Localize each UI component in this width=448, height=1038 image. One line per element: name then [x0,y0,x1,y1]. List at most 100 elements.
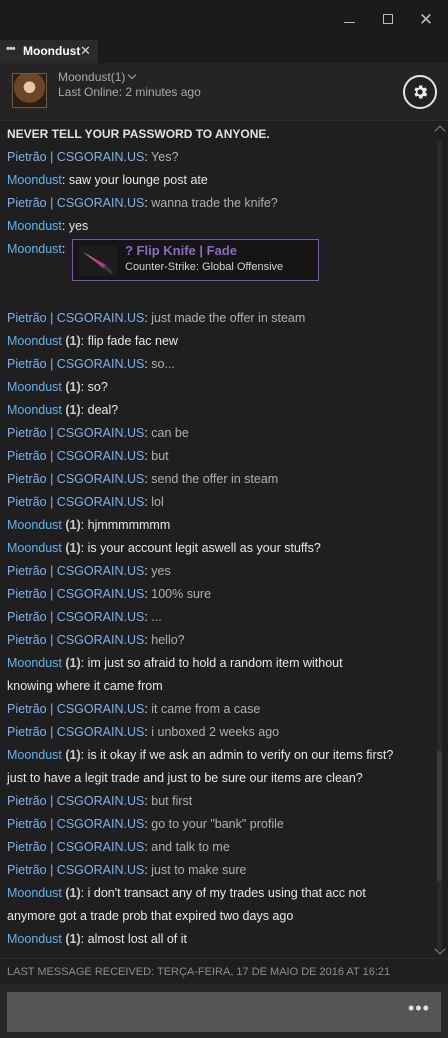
sender-count: (1) [65,334,81,348]
friend-name: Moondust(1) [58,70,126,84]
message-text: i unboxed 2 weeks ago [151,725,280,739]
sender-name[interactable]: Moondust [7,748,62,762]
sender-name[interactable]: Pietrão | CSGORAIN.US [7,426,144,440]
minimize-icon[interactable] [338,8,362,32]
sender-name[interactable]: Pietrão | CSGORAIN.US [7,794,144,808]
message-text-continued: knowing where it came from [7,679,163,693]
more-options-icon[interactable]: ••• [408,999,430,1017]
chat-message: Moondust (1): flip fade fac new [7,334,178,348]
close-icon[interactable]: ✕ [414,8,438,32]
sender-name[interactable]: Moondust [7,932,62,946]
message-text: deal? [87,403,119,417]
sender-name[interactable]: Pietrão | CSGORAIN.US [7,587,144,601]
chat-message: Pietrão | CSGORAIN.US: and talk to me [7,840,230,854]
tab-moondust[interactable]: ••• Moondust ✕ [0,40,98,63]
chat-message: Pietrão | CSGORAIN.US: just to make sure [7,863,247,877]
sender-name[interactable]: Pietrão | CSGORAIN.US [7,150,144,164]
sender-name[interactable]: Pietrão | CSGORAIN.US [7,311,144,325]
sender-name[interactable]: Moondust [7,380,62,394]
sender-count: (1) [65,886,81,900]
sender-name[interactable]: Pietrão | CSGORAIN.US [7,725,144,739]
chat-message: Pietrão | CSGORAIN.US: it came from a ca… [7,702,261,716]
scroll-up-icon[interactable] [434,125,446,137]
chevron-down-icon [128,70,137,80]
chat-scrollbar[interactable] [432,121,448,958]
message-text: Yes? [151,150,179,164]
message-input[interactable] [7,992,441,1032]
avatar[interactable] [12,73,47,108]
sender-name[interactable]: Pietrão | CSGORAIN.US [7,610,144,624]
chat-message: Pietrão | CSGORAIN.US: go to your "bank"… [7,817,284,831]
message-text: almost lost all of it [87,932,187,946]
sender-name[interactable]: Pietrão | CSGORAIN.US [7,863,144,877]
sender-name[interactable]: Moondust [7,403,62,417]
chat-message: Moondust (1): is your account legit aswe… [7,541,321,555]
sender-name[interactable]: Pietrão | CSGORAIN.US [7,840,144,854]
message-text: go to your "bank" profile [151,817,284,831]
sender-name[interactable]: Moondust [7,886,62,900]
sender-name[interactable]: Moondust [7,656,62,670]
gear-icon [414,85,428,99]
chat-message: Pietrão | CSGORAIN.US: yes [7,564,171,578]
sender-name[interactable]: Pietrão | CSGORAIN.US [7,564,144,578]
chat-message: Pietrão | CSGORAIN.US: just made the off… [7,311,306,325]
message-text: im just so afraid to hold a random item … [87,656,343,670]
chat-log[interactable]: NEVER TELL YOUR PASSWORD TO ANYONE. ? Fl… [0,121,432,958]
sender-name[interactable]: Pietrão | CSGORAIN.US [7,817,144,831]
chat-message: Moondust: [7,242,66,256]
sender-count: (1) [65,380,81,394]
tab-bar: ••• Moondust ✕ [0,40,448,63]
status-bar: LAST MESSAGE RECEIVED: TERÇA-FEIRA, 17 D… [0,958,448,984]
chat-message: Moondust (1): is it okay if we ask an ad… [7,748,394,762]
message-text: yes [68,219,89,233]
item-game: Counter-Strike: Global Offensive [125,261,284,273]
sender-name[interactable]: Pietrão | CSGORAIN.US [7,449,144,463]
sender-name[interactable]: Pietrão | CSGORAIN.US [7,702,144,716]
tab-close-icon[interactable]: ✕ [80,43,91,59]
sender-name[interactable]: Moondust [7,334,62,348]
message-text: flip fade fac new [87,334,178,348]
sender-name[interactable]: Moondust [7,242,62,256]
message-text: just made the offer in steam [151,311,306,325]
chat-message: Moondust (1): i don't transact any of my… [7,886,366,900]
sender-name[interactable]: Pietrão | CSGORAIN.US [7,357,144,371]
chat-message: Pietrão | CSGORAIN.US: so... [7,357,175,371]
message-text: so... [151,357,175,371]
message-text: lol [151,495,164,509]
chat-message: Pietrão | CSGORAIN.US: wanna trade the k… [7,196,278,210]
sender-name[interactable]: Moondust [7,518,62,532]
last-online-status: Last Online: 2 minutes ago [58,85,201,99]
maximize-icon[interactable] [376,8,400,32]
sender-name[interactable]: Pietrão | CSGORAIN.US [7,472,144,486]
sender-count: (1) [65,656,81,670]
chat-message: Pietrão | CSGORAIN.US: ... [7,610,162,624]
chat-message: Moondust: saw your lounge post ate [7,173,208,187]
chat-message: Moondust: yes [7,219,89,233]
message-text: 100% sure [151,587,212,601]
message-text: so? [87,380,108,394]
message-text: i don't transact any of my trades using … [87,886,366,900]
chat-message: Pietrão | CSGORAIN.US: but [7,449,169,463]
scroll-thumb[interactable] [437,751,442,881]
settings-button[interactable] [403,75,437,109]
tab-menu-icon[interactable]: ••• [6,43,16,55]
sender-name[interactable]: Moondust [7,173,62,187]
message-text: but first [151,794,193,808]
sender-count: (1) [65,932,81,946]
sender-count: (1) [65,518,81,532]
sender-name[interactable]: Pietrão | CSGORAIN.US [7,196,144,210]
friend-name-dropdown[interactable]: Moondust(1) [58,70,137,84]
sender-name[interactable]: Pietrão | CSGORAIN.US [7,495,144,509]
last-message-received: LAST MESSAGE RECEIVED: TERÇA-FEIRA, 17 D… [7,966,391,978]
sender-name[interactable]: Moondust [7,219,62,233]
sender-count: (1) [65,541,81,555]
message-text: can be [151,426,189,440]
message-text: and talk to me [151,840,230,854]
message-text-continued: anymore got a trade prob that expired tw… [7,909,294,923]
chat-message: Moondust (1): almost lost all of it [7,932,187,946]
chat-message: Moondust (1): hjmmmmmmm [7,518,171,532]
sender-name[interactable]: Pietrão | CSGORAIN.US [7,633,144,647]
chat-message: Pietrão | CSGORAIN.US: but first [7,794,193,808]
tab-label: Moondust [23,44,81,58]
sender-name[interactable]: Moondust [7,541,62,555]
